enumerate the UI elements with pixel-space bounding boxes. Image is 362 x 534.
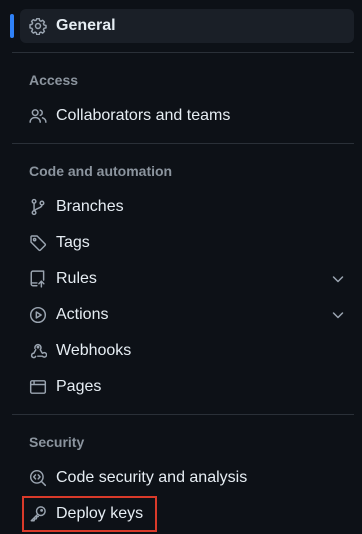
sidebar-item-label: Webhooks [56,342,132,359]
people-icon [28,106,48,126]
section-heading-access: Access [29,72,79,88]
divider [12,52,354,53]
sidebar-item-general[interactable]: General [20,9,354,43]
play-icon [28,305,48,325]
sidebar-item-label: Branches [56,198,124,215]
sidebar-item-webhooks[interactable]: Webhooks [20,334,354,368]
tag-icon [28,233,48,253]
active-indicator [10,14,14,38]
settings-sidebar: General Access Collaborators and teams C… [0,0,362,534]
sidebar-item-pages[interactable]: Pages [20,370,354,404]
webhook-icon [28,341,48,361]
sidebar-item-label: Collaborators and teams [56,107,231,124]
chevron-down-icon[interactable] [330,307,346,323]
repo-push-icon [28,269,48,289]
chevron-down-icon[interactable] [330,271,346,287]
divider [12,414,354,415]
sidebar-item-rules[interactable]: Rules [20,262,354,296]
section-heading-code-automation: Code and automation [29,163,173,179]
sidebar-item-branches[interactable]: Branches [20,190,354,224]
sidebar-item-code-security[interactable]: Code security and analysis [20,461,354,495]
sidebar-item-label: Actions [56,306,109,323]
section-heading-security: Security [29,434,85,450]
codescan-icon [28,468,48,488]
sidebar-item-label: Rules [56,270,97,287]
browser-icon [28,377,48,397]
sidebar-item-label: Code security and analysis [56,469,248,486]
git-branch-icon [28,197,48,217]
sidebar-item-tags[interactable]: Tags [20,226,354,260]
sidebar-item-actions[interactable]: Actions [20,298,354,332]
sidebar-item-label: Deploy keys [56,505,144,522]
key-icon [28,504,48,524]
divider [12,143,354,144]
gear-icon [28,16,48,36]
sidebar-item-label: Tags [56,234,90,251]
sidebar-item-label: General [56,17,116,34]
sidebar-item-deploy-keys[interactable]: Deploy keys [20,497,354,531]
sidebar-item-label: Pages [56,378,102,395]
sidebar-item-collaborators[interactable]: Collaborators and teams [20,99,354,133]
